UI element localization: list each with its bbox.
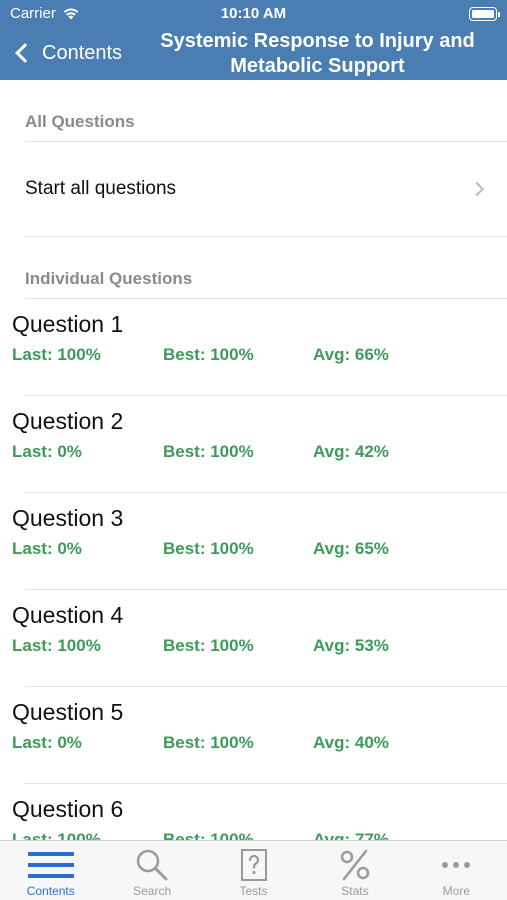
tab-more[interactable]: More bbox=[406, 841, 507, 900]
best-score: Best: 100% bbox=[163, 830, 254, 840]
average-score: Avg: 65% bbox=[313, 539, 389, 558]
best-score: Best: 100% bbox=[163, 442, 254, 461]
question-title: Question 5 bbox=[12, 699, 124, 725]
question-row-5[interactable]: Question 5 Last: 0% Best: 100% Avg: 40% bbox=[0, 687, 507, 784]
navigation-bar: Contents Systemic Response to Injury and… bbox=[0, 28, 507, 80]
question-row-4[interactable]: Question 4 Last: 100% Best: 100% Avg: 53… bbox=[0, 590, 507, 687]
average-score: Avg: 77% bbox=[313, 830, 389, 840]
question-list: Question 1 Last: 100% Best: 100% Avg: 66… bbox=[0, 299, 507, 840]
tab-tests[interactable]: Tests bbox=[203, 841, 304, 900]
last-score: Last: 0% bbox=[12, 733, 82, 752]
tab-contents[interactable]: Contents bbox=[0, 841, 101, 900]
average-score: Avg: 42% bbox=[313, 442, 389, 461]
question-title: Question 2 bbox=[12, 408, 124, 434]
section-header-individual-questions: Individual Questions bbox=[25, 237, 507, 299]
tab-label: Tests bbox=[239, 884, 268, 898]
list-icon bbox=[27, 848, 74, 882]
percent-icon bbox=[332, 848, 378, 882]
status-bar: Carrier 10:10 AM bbox=[0, 0, 507, 28]
start-all-questions-label: Start all questions bbox=[25, 178, 177, 199]
question-title: Question 1 bbox=[12, 311, 124, 337]
chevron-right-icon bbox=[469, 181, 485, 197]
section-header-label: All Questions bbox=[25, 112, 135, 131]
section-header-all-questions: All Questions bbox=[25, 80, 507, 142]
last-score: Last: 100% bbox=[12, 636, 101, 655]
question-title: Question 4 bbox=[12, 602, 124, 628]
question-row-2[interactable]: Question 2 Last: 0% Best: 100% Avg: 42% bbox=[0, 396, 507, 493]
average-score: Avg: 40% bbox=[313, 733, 389, 752]
status-time: 10:10 AM bbox=[220, 5, 287, 22]
back-button[interactable]: Contents bbox=[12, 38, 122, 68]
tab-label: More bbox=[442, 884, 470, 898]
question-row-1[interactable]: Question 1 Last: 100% Best: 100% Avg: 66… bbox=[0, 299, 507, 396]
test-icon bbox=[231, 848, 277, 882]
tab-label: Search bbox=[133, 884, 172, 898]
tab-bar: Contents Search Tests Stats More bbox=[0, 840, 507, 900]
battery-icon bbox=[469, 7, 500, 21]
best-score: Best: 100% bbox=[163, 733, 254, 752]
start-all-questions-row[interactable]: Start all questions bbox=[25, 142, 507, 237]
last-score: Last: 0% bbox=[12, 539, 82, 558]
search-icon bbox=[129, 848, 175, 882]
content-list[interactable]: All Questions Start all questions Indivi… bbox=[0, 80, 507, 840]
tab-search[interactable]: Search bbox=[101, 841, 202, 900]
back-button-label: Contents bbox=[42, 41, 123, 64]
average-score: Avg: 66% bbox=[313, 345, 389, 364]
question-row-3[interactable]: Question 3 Last: 0% Best: 100% Avg: 65% bbox=[0, 493, 507, 590]
tab-stats[interactable]: Stats bbox=[304, 841, 405, 900]
chevron-left-icon bbox=[15, 43, 35, 63]
best-score: Best: 100% bbox=[163, 636, 254, 655]
best-score: Best: 100% bbox=[163, 345, 254, 364]
last-score: Last: 0% bbox=[12, 442, 82, 461]
more-icon bbox=[433, 848, 479, 882]
average-score: Avg: 53% bbox=[313, 636, 389, 655]
question-title: Question 3 bbox=[12, 505, 124, 531]
question-row-6[interactable]: Question 6 Last: 100% Best: 100% Avg: 77… bbox=[0, 784, 507, 840]
question-title: Question 6 bbox=[12, 796, 124, 822]
tab-label: Contents bbox=[26, 884, 75, 898]
section-header-label: Individual Questions bbox=[25, 269, 193, 288]
tab-label: Stats bbox=[341, 884, 369, 898]
last-score: Last: 100% bbox=[12, 345, 101, 364]
best-score: Best: 100% bbox=[163, 539, 254, 558]
page-title: Systemic Response to Injury and Metaboli… bbox=[160, 30, 475, 77]
last-score: Last: 100% bbox=[12, 830, 101, 840]
